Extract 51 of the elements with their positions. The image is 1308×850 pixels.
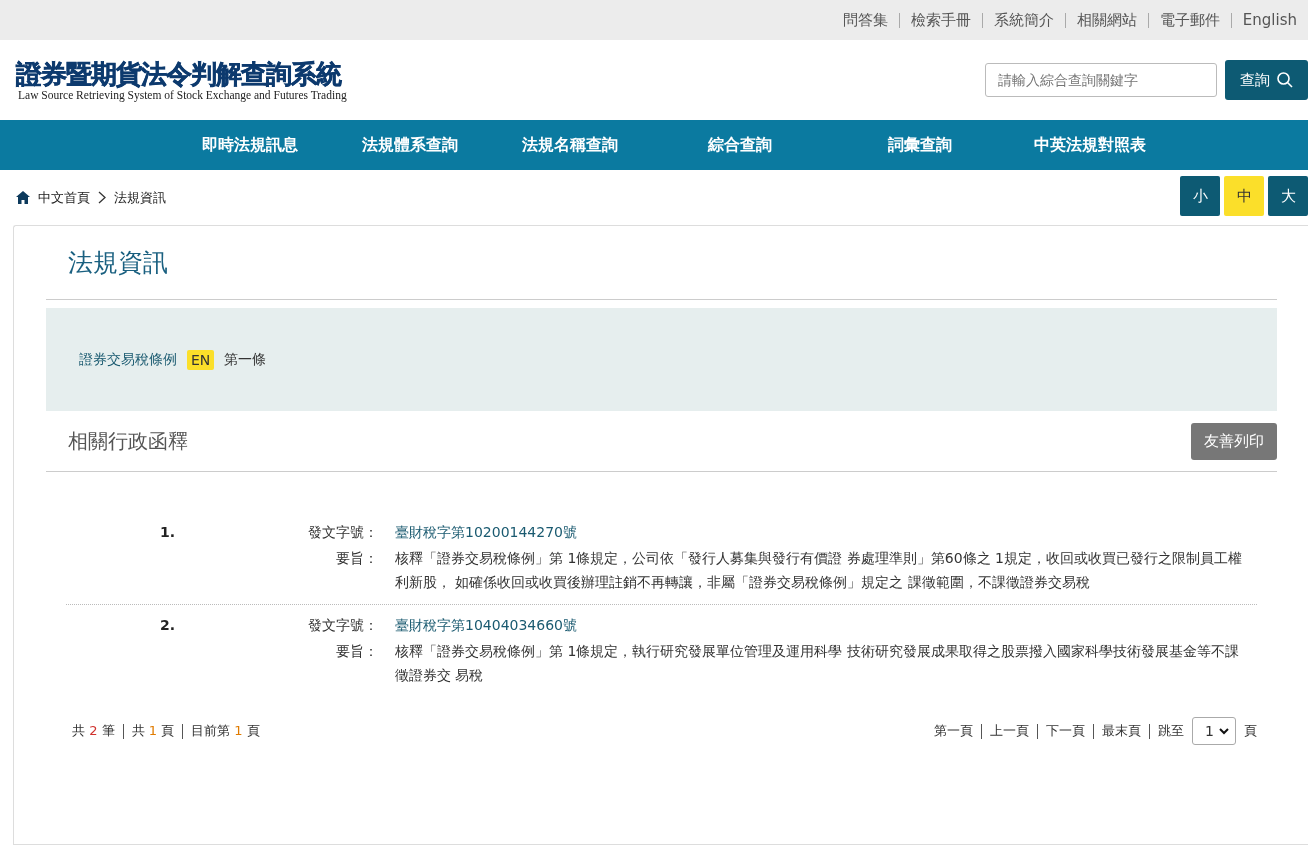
count-text: 共 1 頁: [131, 722, 175, 740]
page-title: 法規資訊: [46, 226, 1277, 300]
language-badge[interactable]: EN: [187, 349, 215, 370]
search-button[interactable]: 查詢: [1225, 60, 1308, 100]
font-size-button[interactable]: 小: [1180, 176, 1220, 216]
document-number-link[interactable]: 臺財稅字第10200144270號: [395, 524, 577, 540]
document-number-link[interactable]: 臺財稅字第10404034660號: [395, 617, 577, 633]
top-link[interactable]: 系統簡介: [982, 10, 1065, 30]
summary-text: 核釋「證券交易稅條例」第 1條規定，執行研究發展單位管理及運用科學 技術研究發展成果取得之股票撥入國家科學技術發展基金等不課徵證券交 易稅: [395, 643, 1239, 683]
breadcrumb-link[interactable]: 法規資訊: [114, 188, 166, 207]
page-suffix: 頁: [1244, 722, 1257, 740]
site-title: 證券暨期貨法令判解查詢系統: [16, 59, 343, 89]
print-button[interactable]: 友善列印: [1191, 422, 1277, 460]
top-link[interactable]: English: [1231, 11, 1308, 29]
top-link[interactable]: 檢索手冊: [899, 10, 982, 30]
home-icon: [16, 191, 30, 204]
count-text: 共 2 筆: [72, 722, 115, 740]
top-link[interactable]: 電子郵件: [1148, 10, 1231, 30]
search-field[interactable]: 請輸入綜合查詢關鍵字: [985, 63, 1217, 97]
field-label: 要旨：: [335, 642, 379, 661]
page-select[interactable]: 1: [1192, 717, 1236, 745]
field-label: 發文字號：: [307, 523, 379, 542]
pager-link[interactable]: 第一頁: [934, 722, 973, 740]
nav-item[interactable]: 法規體系查詢: [330, 134, 490, 156]
entry-number: 2.: [159, 616, 177, 635]
field-label: 要旨：: [335, 549, 379, 568]
chevron-down-icon: [1219, 727, 1229, 735]
font-size-button[interactable]: 中: [1224, 176, 1264, 216]
nav-item[interactable]: 即時法規訊息: [170, 134, 330, 156]
field-label: 發文字號：: [307, 616, 379, 635]
law-name: 證券交易稅條例: [79, 350, 177, 369]
top-link[interactable]: 問答集: [831, 10, 899, 30]
pager-link[interactable]: 下一頁: [1046, 722, 1085, 740]
top-link[interactable]: 相關網站: [1065, 10, 1148, 30]
pager-link[interactable]: 上一頁: [990, 722, 1029, 740]
font-size-button[interactable]: 大: [1268, 176, 1308, 216]
chevron-icon: [98, 191, 106, 204]
nav-item[interactable]: 中英法規對照表: [1010, 134, 1170, 156]
count-text: 目前第 1 頁: [191, 722, 260, 740]
summary-text: 核釋「證券交易稅條例」第 1條規定，公司依「發行人募集與發行有價證 券處理準則」第60條之 1規定，收回或收買已發行之限制員工權利新股， 如確係收回或收買後辦理註銷不再轉讓，非屬「證券交易稅條例」規定之 課徵範圍，不課徵證券交易稅: [395, 550, 1242, 590]
nav-item[interactable]: 詞彙查詢: [830, 134, 1010, 156]
breadcrumb-link[interactable]: 中文首頁: [38, 188, 90, 207]
nav-item[interactable]: 法規名稱查詢: [490, 134, 650, 156]
section-title: 相關行政函釋: [67, 427, 188, 455]
search-icon: [1275, 71, 1294, 89]
site-subtitle: Law Source Retrieving System of Stock Exchange and Futures Trading: [18, 89, 347, 101]
jump-label: 跳至: [1158, 722, 1184, 740]
article-label: 第一條: [224, 350, 267, 369]
pager-link[interactable]: 最末頁: [1102, 722, 1141, 740]
nav-item[interactable]: 綜合查詢: [650, 134, 830, 156]
entry-number: 1.: [159, 523, 177, 542]
